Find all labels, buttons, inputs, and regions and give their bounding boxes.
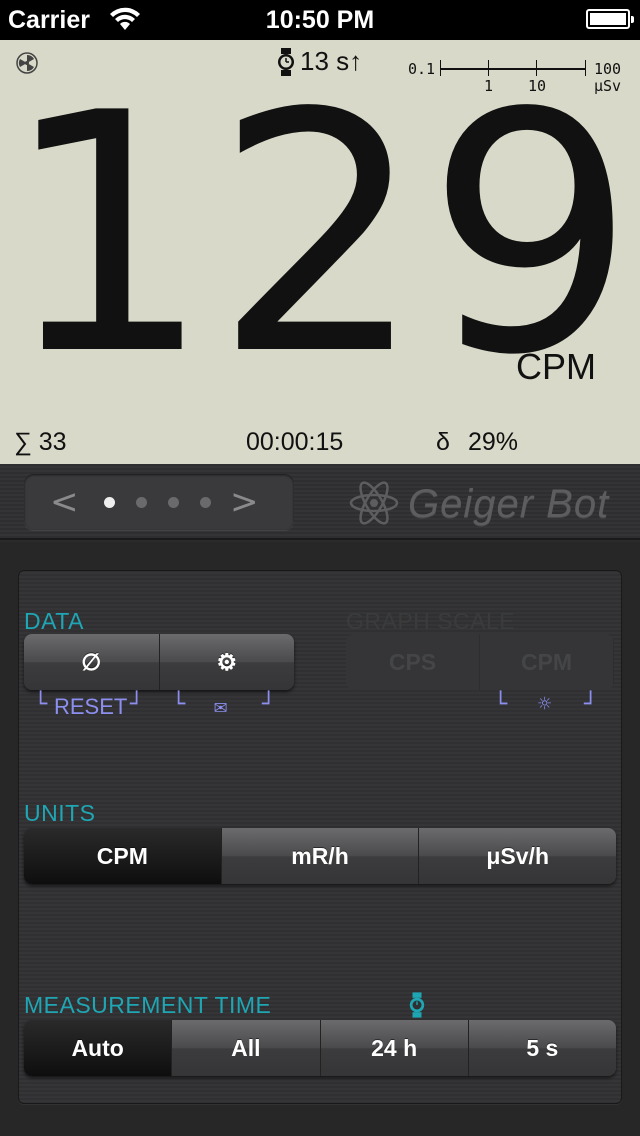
graph-scale-label: GRAPH SCALE bbox=[346, 608, 516, 634]
reset-bracket-right: ┘ bbox=[130, 692, 144, 717]
brand-logo: Geiger Bot bbox=[344, 474, 624, 530]
mail-bracket-left: └ bbox=[172, 692, 186, 717]
page-dot-3[interactable] bbox=[168, 497, 179, 508]
elapsed-time: 00:00:15 bbox=[246, 428, 344, 456]
measure-24h[interactable]: 24 h bbox=[320, 1020, 469, 1076]
page-control: < > bbox=[24, 474, 294, 530]
battery-icon bbox=[586, 9, 634, 29]
units-cpm[interactable]: CPM bbox=[24, 828, 222, 884]
brand-name: Geiger Bot bbox=[408, 482, 610, 526]
page-dot-4[interactable] bbox=[200, 497, 211, 508]
brightness-bracket-left: └ bbox=[494, 692, 508, 717]
status-bar: Carrier 10:50 PM bbox=[0, 0, 640, 40]
units-mr-h[interactable]: mR/h bbox=[221, 828, 420, 884]
next-page-button[interactable]: > bbox=[230, 482, 259, 522]
stopwatch-icon bbox=[409, 992, 425, 1018]
page-dot-1[interactable] bbox=[104, 497, 115, 508]
reset-bracket-left: └ bbox=[34, 692, 48, 717]
settings-area: DATA ∅ ⚙ └ RESET ┘ └ ✉ ┘ GRAPH SCALE CPS… bbox=[0, 542, 640, 1136]
measure-auto[interactable]: Auto bbox=[24, 1020, 173, 1076]
reset-caption: RESET bbox=[54, 694, 128, 719]
units-section-label: UNITS bbox=[24, 800, 96, 826]
units-usv-h[interactable]: μSv/h bbox=[419, 828, 616, 884]
graph-scale-cpm[interactable]: CPM bbox=[480, 634, 614, 690]
settings-button[interactable]: ⚙ bbox=[159, 634, 294, 690]
data-section-label: DATA bbox=[24, 608, 84, 634]
count-rate-unit: CPM bbox=[516, 346, 596, 387]
nav-bar: < > Geiger Bot bbox=[0, 464, 640, 540]
brightness-icon[interactable]: ☼ bbox=[538, 692, 551, 717]
measurement-time-label: MEASUREMENT TIME bbox=[24, 992, 272, 1018]
units-control: CPM mR/h μSv/h bbox=[24, 828, 616, 884]
prev-page-button[interactable]: < bbox=[50, 482, 79, 522]
error-label: δ bbox=[436, 428, 450, 456]
readout-display: 13 s↑ 0.1 1 10 100 μSv 129 CPM ∑ 33 00:0… bbox=[0, 40, 640, 464]
graph-scale-cps[interactable]: CPS bbox=[346, 634, 480, 690]
measure-5s[interactable]: 5 s bbox=[468, 1020, 616, 1076]
reset-button[interactable]: ∅ bbox=[24, 634, 160, 690]
mail-bracket-right: ┘ bbox=[262, 692, 276, 717]
clock: 10:50 PM bbox=[265, 6, 375, 34]
measurement-time-control: Auto All 24 h 5 s bbox=[24, 1020, 616, 1076]
graph-scale-control: CPS CPM bbox=[346, 634, 614, 690]
brightness-bracket-right: ┘ bbox=[584, 692, 598, 717]
atom-icon bbox=[349, 481, 399, 525]
page-dot-2[interactable] bbox=[136, 497, 147, 508]
error-value: 29% bbox=[468, 428, 519, 456]
total-counts: ∑ 33 bbox=[14, 428, 67, 456]
data-button-group: ∅ ⚙ bbox=[24, 634, 294, 690]
mail-icon[interactable]: ✉ bbox=[214, 694, 227, 719]
measure-all[interactable]: All bbox=[172, 1020, 321, 1076]
settings-panel: DATA ∅ ⚙ └ RESET ┘ └ ✉ ┘ GRAPH SCALE CPS… bbox=[18, 570, 622, 1104]
